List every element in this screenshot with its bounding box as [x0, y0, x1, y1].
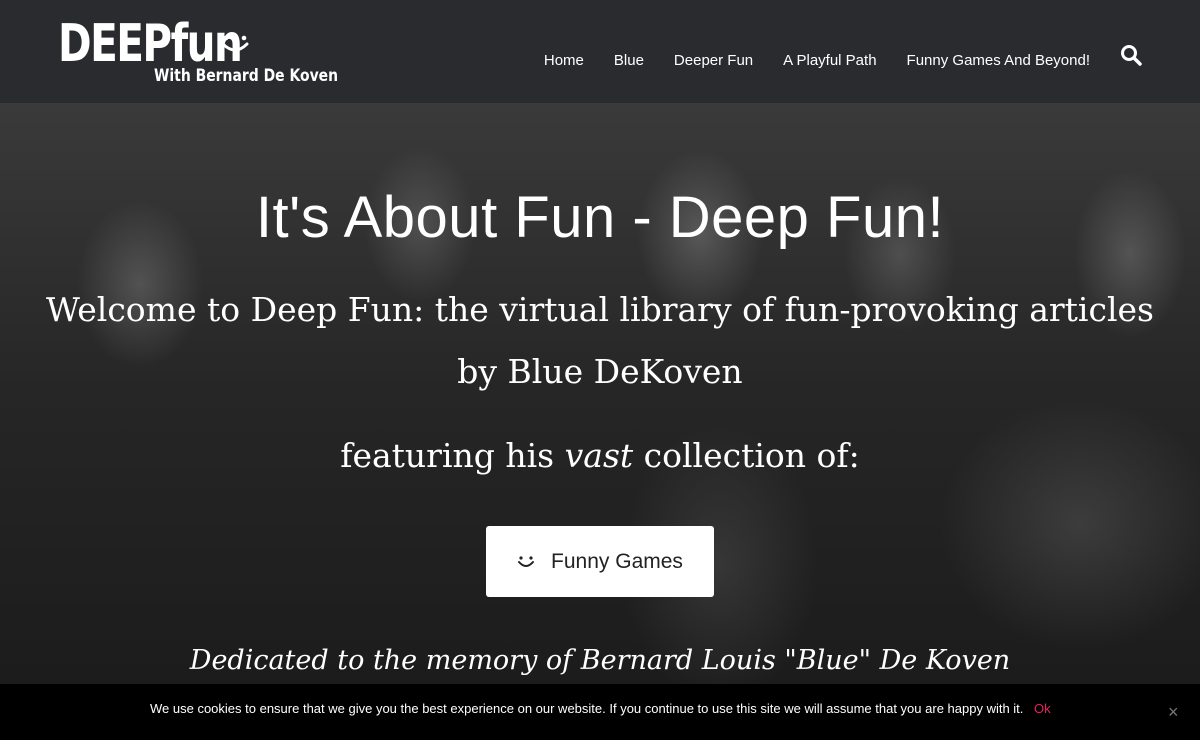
hero-author-text: by Blue DeKoven [457, 352, 743, 391]
hero-welcome-text: Welcome to Deep Fun: the virtual library… [46, 290, 1154, 329]
search-icon[interactable] [1120, 44, 1142, 66]
logo-wordmark: DEEPfun [58, 14, 243, 74]
funny-games-label: Funny Games [551, 549, 683, 573]
nav-item-blue[interactable]: Blue [614, 52, 644, 69]
dedication-text: Dedicated to the memory of Bernard Louis… [189, 645, 1011, 676]
nav-item-funny-games[interactable]: Funny Games And Beyond! [907, 52, 1090, 69]
featuring-emphasis: vast [564, 436, 634, 475]
cookie-accept-button[interactable]: Ok [1034, 701, 1051, 716]
smile-icon [518, 555, 535, 567]
site-logo[interactable]: DEEPfun With Bernard De Koven [58, 14, 338, 90]
hero-section: It's About Fun - Deep Fun! Welcome to De… [0, 104, 1200, 740]
site-header: DEEPfun With Bernard De Koven Home Blue … [0, 0, 1200, 104]
nav-item-deeper-fun[interactable]: Deeper Fun [674, 52, 753, 69]
featuring-after: collection of: [633, 436, 860, 475]
cookie-notice: We use cookies to ensure that we give yo… [0, 684, 1200, 740]
featuring-before: featuring his [340, 436, 565, 475]
close-icon[interactable]: × [1168, 703, 1179, 721]
hero-title: It's About Fun - Deep Fun! [255, 185, 945, 250]
cookie-message: We use cookies to ensure that we give yo… [150, 701, 1024, 716]
nav-item-home[interactable]: Home [544, 52, 584, 69]
logo-tagline: With Bernard De Koven [154, 66, 339, 86]
main-nav: Home Blue Deeper Fun A Playful Path Funn… [514, 52, 1090, 69]
funny-games-button[interactable]: Funny Games [486, 526, 714, 597]
hero-featuring-text: featuring his vast collection of: [0, 436, 1200, 475]
nav-item-a-playful-path[interactable]: A Playful Path [783, 52, 876, 69]
smile-icon [221, 35, 249, 52]
